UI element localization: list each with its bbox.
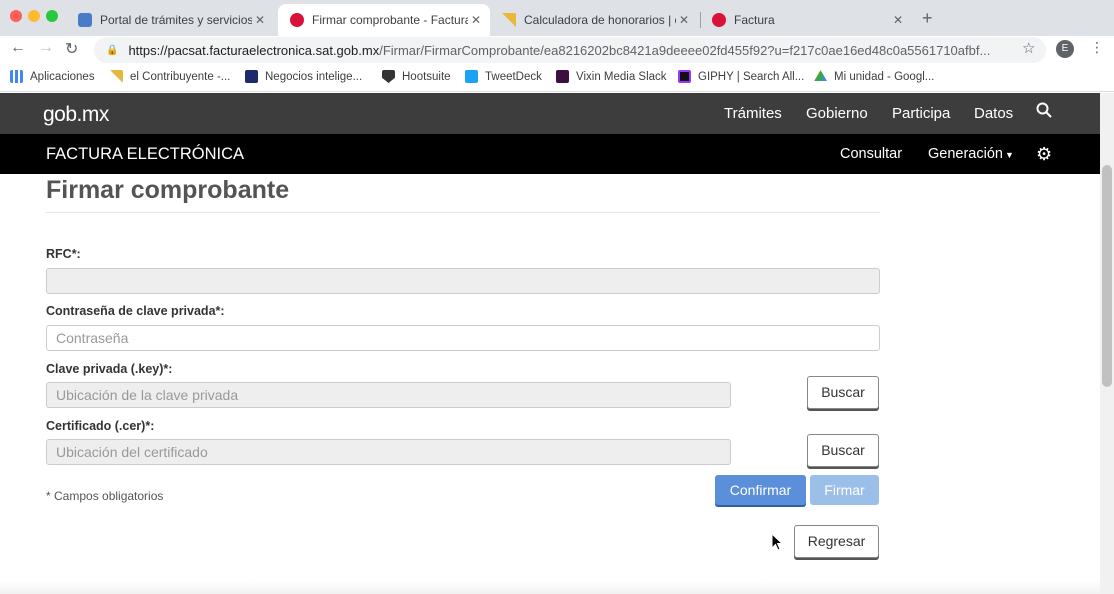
bookmark-label: el Contribuyente -... [130, 70, 231, 83]
nav-consultar[interactable]: Consultar [840, 146, 902, 162]
yellow-flag-icon [502, 13, 516, 27]
tab-title: Factura [734, 13, 775, 27]
reload-icon[interactable]: ↻ [65, 39, 78, 59]
nav-generacion[interactable]: Generación ▼ [928, 146, 1014, 162]
bookmark-star-icon[interactable]: ☆ [1022, 39, 1035, 57]
search-icon[interactable] [1036, 102, 1052, 123]
nav-participa[interactable]: Participa [892, 105, 950, 122]
buscar-key-button[interactable]: Buscar [807, 376, 879, 409]
slack-icon [556, 70, 569, 83]
back-arrow-icon[interactable]: ← [10, 39, 26, 57]
footer-shadow [0, 580, 1100, 594]
mouse-cursor-icon [771, 532, 784, 556]
nav-datos[interactable]: Datos [974, 105, 1013, 122]
yellow-flag-icon [110, 70, 123, 83]
owl-icon [382, 70, 395, 83]
close-tab-icon[interactable]: ✕ [676, 13, 692, 27]
bookmark-label: Hootsuite [402, 70, 451, 83]
bookmarks-bar: Aplicaciones el Contribuyente -... Negoc… [0, 64, 1114, 92]
red-circle-icon [290, 13, 304, 27]
browser-tab[interactable]: Calculadora de honorarios | el ✕ [490, 4, 698, 36]
confirmar-button[interactable]: Confirmar [715, 475, 806, 505]
browser-menu-icon[interactable]: ⋮ [1090, 39, 1104, 56]
rfc-field[interactable] [46, 268, 880, 294]
firmar-button[interactable]: Firmar [810, 475, 879, 505]
giphy-icon [678, 70, 691, 83]
close-tab-icon[interactable]: ✕ [468, 13, 484, 27]
maximize-window-button[interactable] [46, 10, 58, 22]
gear-icon[interactable]: ⚙ [1036, 144, 1052, 165]
bookmark-label: TweetDeck [485, 70, 542, 83]
bookmark-item[interactable]: Aplicaciones [10, 70, 95, 83]
close-tab-icon[interactable]: ✕ [890, 13, 906, 27]
sat-logo-icon [78, 13, 92, 27]
factura-header: FACTURA ELECTRÓNICA Consultar Generación… [0, 134, 1100, 174]
tab-title: Portal de trámites y servicios - [100, 13, 252, 27]
nav-gobierno[interactable]: Gobierno [806, 105, 868, 122]
forward-arrow-icon[interactable]: → [38, 39, 54, 57]
factura-title[interactable]: FACTURA ELECTRÓNICA [46, 145, 244, 164]
title-divider [46, 212, 880, 213]
bookmark-label: Aplicaciones [30, 70, 95, 83]
bookmark-label: GIPHY | Search All... [698, 70, 805, 83]
required-note: * Campos obligatorios [46, 489, 164, 503]
browser-toolbar: ← → ↻ 🔒 https://pacsat.facturaelectronic… [0, 36, 1114, 64]
browser-tab-bar: Portal de trámites y servicios - ✕ Firma… [0, 0, 1114, 36]
password-field[interactable]: Contraseña [46, 325, 880, 351]
close-tab-icon[interactable]: ✕ [252, 13, 268, 27]
profile-avatar[interactable]: E [1056, 40, 1074, 58]
page-title: Firmar comprobante [46, 176, 290, 204]
bookmark-item[interactable]: el Contribuyente -... [110, 70, 230, 83]
tab-title: Calculadora de honorarios | el [524, 13, 676, 27]
new-tab-icon[interactable]: + [922, 8, 933, 29]
regresar-button[interactable]: Regresar [794, 525, 879, 558]
scrollbar-thumb[interactable] [1102, 165, 1112, 387]
key-file-field[interactable]: Ubicación de la clave privada [46, 382, 731, 408]
minimize-window-button[interactable] [28, 10, 40, 22]
bookmark-label: Mi unidad - Googl... [834, 70, 935, 83]
red-circle-icon [712, 13, 726, 27]
gob-header: gob.mx Trámites Gobierno Participa Datos [0, 93, 1100, 134]
bookmark-item[interactable]: Mi unidad - Googl... [814, 70, 934, 83]
bookmark-item[interactable]: Hootsuite [382, 70, 451, 83]
cer-label: Certificado (.cer)*: [46, 419, 155, 433]
gob-logo[interactable]: gob.mx [43, 103, 109, 127]
tab-title: Firmar comprobante - Factura [312, 13, 468, 27]
bookmark-label: Vixin Media Slack [576, 70, 667, 83]
cer-file-field[interactable]: Ubicación del certificado [46, 439, 731, 465]
url-path: /Firmar/FirmarComprobante/ea8216202bc842… [379, 42, 991, 58]
drive-icon [814, 70, 827, 82]
news-icon [245, 70, 258, 83]
bookmark-label: Negocios intelige... [265, 70, 363, 83]
bookmark-item[interactable]: Negocios intelige... [245, 70, 362, 83]
lock-icon: 🔒 [106, 44, 119, 56]
bookmark-item[interactable]: Vixin Media Slack [556, 70, 667, 83]
address-bar[interactable]: 🔒 https://pacsat.facturaelectronica.sat.… [94, 37, 1046, 63]
caret-down-icon: ▼ [1004, 150, 1014, 160]
bookmark-item[interactable]: TweetDeck [465, 70, 542, 83]
key-label: Clave privada (.key)*: [46, 362, 173, 376]
bird-icon [465, 70, 478, 83]
browser-tab[interactable]: Factura ✕ [700, 4, 912, 36]
url-host: https://pacsat.facturaelectronica.sat.go… [128, 42, 380, 58]
nav-generacion-label: Generación [928, 146, 1003, 162]
buscar-cer-button[interactable]: Buscar [807, 434, 879, 467]
close-window-button[interactable] [10, 10, 22, 22]
password-label: Contraseña de clave privada*: [46, 304, 225, 318]
nav-tramites[interactable]: Trámites [724, 105, 782, 122]
browser-tab[interactable]: Portal de trámites y servicios - ✕ [66, 4, 274, 36]
bookmark-item[interactable]: GIPHY | Search All... [678, 70, 804, 83]
browser-tab-active[interactable]: Firmar comprobante - Factura ✕ [278, 4, 490, 36]
apps-grid-icon [10, 70, 23, 83]
rfc-label: RFC*: [46, 247, 81, 261]
